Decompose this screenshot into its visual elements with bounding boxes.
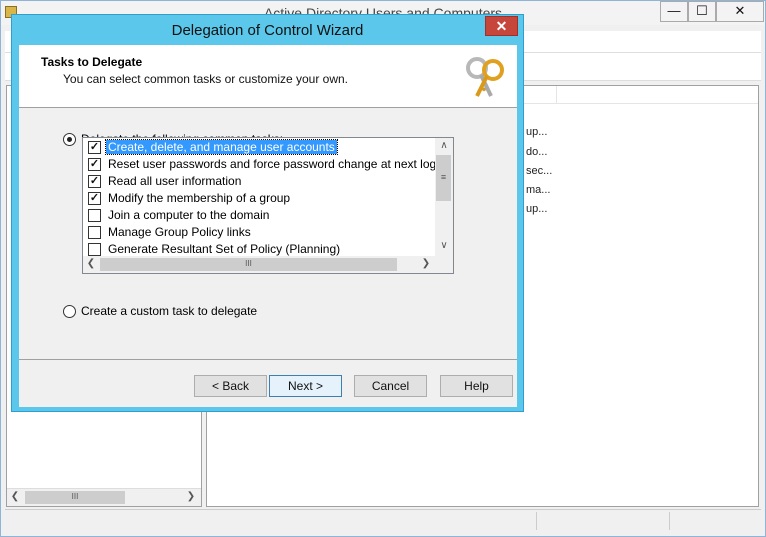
scroll-left-icon[interactable]: ❮	[7, 491, 23, 502]
scroll-right-icon[interactable]: ❯	[418, 258, 434, 269]
status-divider	[536, 512, 537, 530]
column-divider[interactable]	[556, 86, 557, 104]
delegation-wizard-dialog: Delegation of Control Wizard ✕ Tasks to …	[11, 14, 524, 412]
scroll-right-icon[interactable]: ❯	[183, 491, 199, 502]
custom-task-label[interactable]: Create a custom task to delegate	[81, 304, 257, 318]
tree-scroll-thumb[interactable]: III	[25, 491, 125, 504]
common-tasks-radio[interactable]	[63, 132, 76, 146]
task-item[interactable]: ✓ Create, delete, and manage user accoun…	[88, 139, 338, 155]
task-item[interactable]: Manage Group Policy links	[88, 224, 253, 240]
task-checkbox[interactable]	[88, 208, 101, 222]
common-tasks-list[interactable]: ✓ Create, delete, and manage user accoun…	[82, 137, 454, 274]
option-custom-task[interactable]: Create a custom task to delegate	[63, 304, 257, 318]
scroll-corner	[435, 256, 453, 273]
description-cell: ma...	[526, 184, 551, 196]
task-checkbox[interactable]: ✓	[88, 140, 101, 154]
task-checkbox[interactable]: ✓	[88, 174, 101, 188]
task-label[interactable]: Reset user passwords and force password …	[106, 157, 452, 171]
tasks-vertical-scrollbar[interactable]: ∧ ≡ ∨	[435, 138, 453, 256]
wizard-close-button[interactable]: ✕	[485, 16, 518, 36]
scroll-down-icon[interactable]: ∨	[436, 240, 452, 251]
task-item[interactable]: ✓ Reset user passwords and force passwor…	[88, 156, 452, 172]
wizard-header: Tasks to Delegate You can select common …	[19, 45, 517, 108]
tree-horizontal-scrollbar[interactable]: ❮ III ❯	[7, 488, 201, 506]
wizard-client-area: Tasks to Delegate You can select common …	[19, 45, 517, 407]
task-checkbox[interactable]: ✓	[88, 191, 101, 205]
description-cell: do...	[526, 146, 548, 158]
page-subtitle: You can select common tasks or customize…	[63, 72, 349, 86]
task-item[interactable]: Join a computer to the domain	[88, 207, 271, 223]
back-button[interactable]: < Back	[194, 375, 267, 397]
footer-separator	[19, 359, 517, 360]
task-item[interactable]: ✓ Modify the membership of a group	[88, 190, 292, 206]
description-cell: up...	[526, 126, 548, 138]
status-bar	[5, 509, 761, 531]
task-item[interactable]: Generate Resultant Set of Policy (Planni…	[88, 241, 342, 257]
close-window-button[interactable]: ✕	[716, 1, 764, 22]
task-checkbox[interactable]: ✓	[88, 157, 101, 171]
description-cell: sec...	[526, 165, 553, 177]
task-label[interactable]: Create, delete, and manage user accounts	[105, 139, 338, 155]
maximize-button[interactable]: ☐	[688, 1, 716, 22]
scroll-left-icon[interactable]: ❮	[83, 258, 99, 269]
task-label[interactable]: Manage Group Policy links	[106, 225, 253, 239]
next-button[interactable]: Next >	[269, 375, 342, 397]
tasks-horizontal-scrollbar[interactable]: ❮ III ❯	[83, 256, 435, 273]
horizontal-scroll-thumb[interactable]: III	[100, 258, 397, 271]
task-checkbox[interactable]	[88, 242, 101, 256]
vertical-scroll-thumb[interactable]: ≡	[436, 155, 451, 201]
wizard-title: Delegation of Control Wizard	[171, 22, 364, 39]
task-label[interactable]: Generate Resultant Set of Policy (Planni…	[106, 242, 342, 256]
description-cell: up...	[526, 203, 548, 215]
keys-icon	[466, 57, 504, 97]
task-label[interactable]: Read all user information	[106, 174, 243, 188]
page-title: Tasks to Delegate	[41, 55, 143, 69]
task-item[interactable]: ✓ Read all user information	[88, 173, 243, 189]
status-divider	[669, 512, 670, 530]
custom-task-radio[interactable]	[63, 304, 76, 318]
task-label[interactable]: Join a computer to the domain	[106, 208, 271, 222]
cancel-button[interactable]: Cancel	[354, 375, 427, 397]
task-checkbox[interactable]	[88, 225, 101, 239]
scroll-up-icon[interactable]: ∧	[436, 140, 452, 151]
task-label[interactable]: Modify the membership of a group	[106, 191, 292, 205]
help-button[interactable]: Help	[440, 375, 513, 397]
minimize-button[interactable]: —	[660, 1, 688, 22]
